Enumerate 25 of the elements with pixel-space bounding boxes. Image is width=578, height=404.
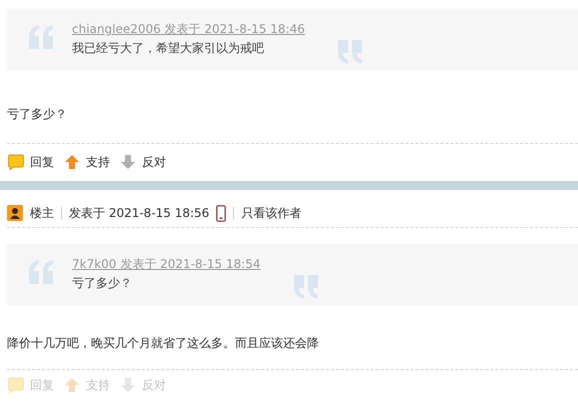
reply-link[interactable]: 回复 (8, 154, 54, 170)
quote-text: 我已经亏大了，希望大家引以为戒吧 (72, 40, 265, 57)
up-arrow-icon (64, 377, 80, 393)
speech-bubble-icon (8, 154, 24, 170)
quote-author-link[interactable]: chianglee2006 发表于 2021-8-15 18:46 (72, 20, 305, 38)
post-time: 发表于 2021-8-15 18:56 (69, 204, 210, 222)
open-quote-icon (28, 25, 54, 49)
up-arrow-icon (64, 154, 80, 170)
quote-text: 亏了多少？ (72, 275, 133, 292)
down-arrow-icon (120, 377, 136, 393)
support-link[interactable]: 支持 (64, 154, 110, 170)
down-arrow-icon (120, 154, 136, 170)
close-quote-icon (336, 40, 363, 64)
speech-bubble-icon (8, 377, 24, 393)
role-label: 楼主 (30, 204, 54, 222)
divider-mark (233, 207, 234, 219)
user-icon (7, 205, 23, 221)
divider-mark (61, 207, 62, 219)
post-text: 降价十几万吧，晚买几个月就省了这么多。而且应该还会降 (7, 335, 320, 352)
quote-author-link[interactable]: 7k7k00 发表于 2021-8-15 18:54 (72, 255, 261, 273)
author-only-link[interactable]: 只看该作者 (241, 204, 302, 222)
oppose-link[interactable]: 反对 (120, 154, 166, 170)
close-quote-icon (292, 275, 319, 299)
open-quote-icon (28, 260, 54, 284)
post-text: 亏了多少？ (7, 106, 68, 123)
